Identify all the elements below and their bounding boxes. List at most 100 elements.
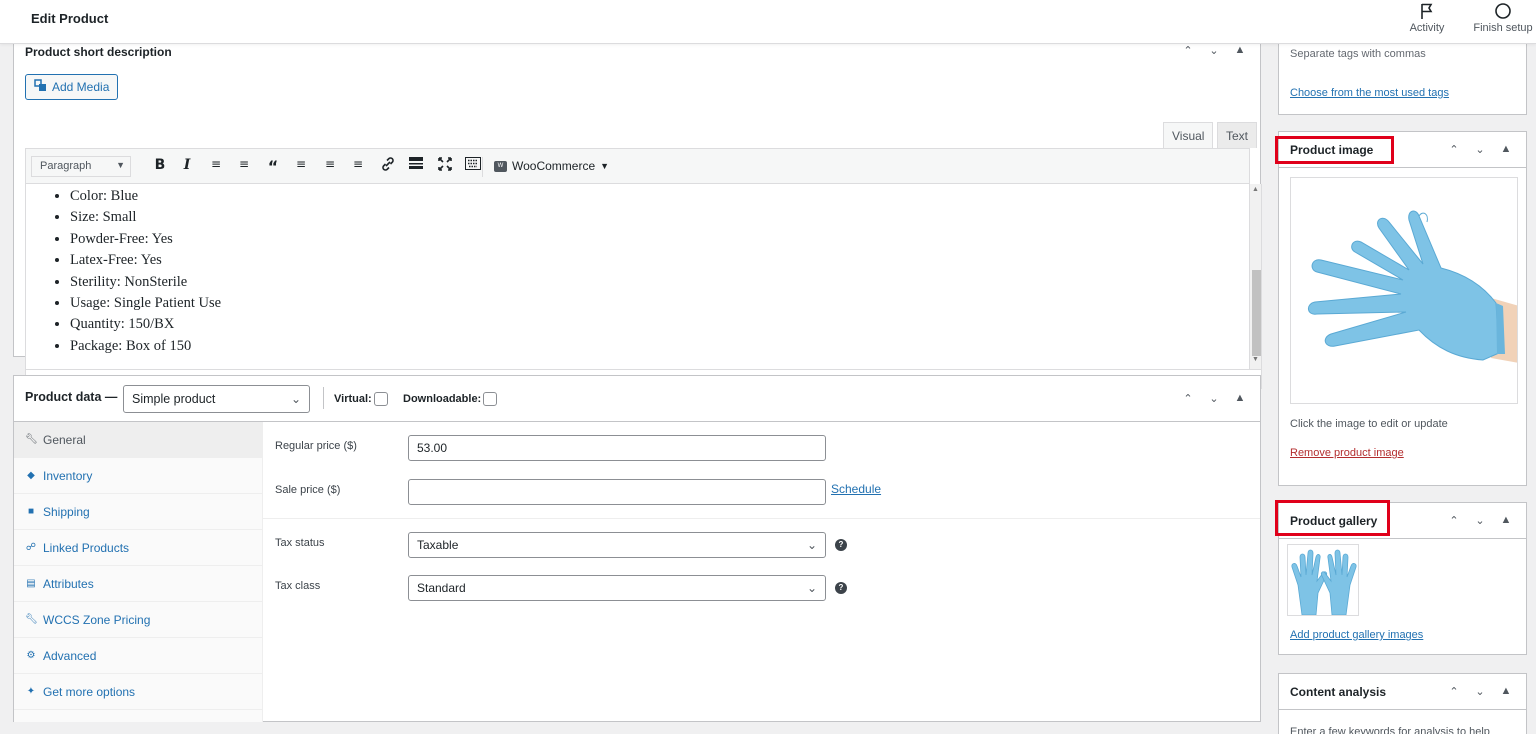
tax-class-label: Tax class [275, 580, 321, 592]
product-data-header: Product data — Simple product ⌄ Virtual:… [14, 376, 1260, 422]
move-down-icon[interactable]: ⌄ [1472, 143, 1488, 156]
short-description-title: Product short description [25, 45, 172, 59]
link-icon[interactable] [378, 157, 398, 175]
list-item: Size: Small [70, 207, 221, 228]
align-left-icon[interactable]: ≡ [291, 157, 311, 171]
tab-wccs-zone-pricing[interactable]: 🔧︎ WCCS Zone Pricing [14, 602, 263, 638]
woocommerce-menu-label: WooCommerce [512, 159, 596, 173]
editor-content[interactable]: Color: Blue Size: Small Powder-Free: Yes… [25, 184, 1250, 369]
tab-general[interactable]: 🔧︎ General [14, 422, 263, 458]
list-item: Color: Blue [70, 186, 221, 207]
tab-linked-products[interactable]: ☍ Linked Products [14, 530, 263, 566]
gloves-image [1291, 549, 1357, 615]
finish-setup-button[interactable]: Finish setup [1470, 2, 1536, 34]
toggle-panel-icon[interactable]: ▲ [1498, 514, 1514, 527]
content-analysis-hint: Enter a few keywords for analysis to hel… [1290, 726, 1490, 734]
short-description-box: Product short description ⌃ ⌄ ▲ Add Medi… [13, 44, 1262, 389]
italic-icon[interactable]: I [177, 157, 197, 173]
blockquote-icon[interactable]: “ [263, 157, 283, 176]
align-right-icon[interactable]: ≡ [348, 157, 368, 171]
move-up-icon[interactable]: ⌃ [1446, 514, 1462, 527]
move-up-icon[interactable]: ⌃ [1446, 143, 1462, 156]
move-up-icon[interactable]: ⌃ [1180, 392, 1196, 405]
tag-icon: ◆ [27, 470, 35, 481]
product-image[interactable] [1290, 177, 1518, 404]
tax-status-value: Taxable [417, 538, 459, 552]
numbered-list-icon[interactable]: ≡ [234, 157, 254, 171]
downloadable-label: Downloadable: [403, 393, 482, 405]
add-media-label: Add Media [52, 80, 110, 94]
format-select-value: Paragraph [40, 160, 92, 172]
editor-scrollbar[interactable]: ▲ ▼ [1250, 184, 1262, 369]
list-item: Quantity: 150/BX [70, 314, 221, 335]
scroll-down-icon[interactable]: ▼ [1252, 356, 1259, 363]
content-analysis-box: Content analysis ⌃ ⌄ ▲ Enter a few keywo… [1278, 673, 1527, 734]
activity-label: Activity [1409, 22, 1445, 34]
sale-price-input[interactable] [408, 479, 826, 505]
tab-visual[interactable]: Visual [1163, 122, 1214, 148]
box-controls: ⌃ ⌄ ▲ [1180, 392, 1248, 405]
content-analysis-header: Content analysis ⌃ ⌄ ▲ [1279, 674, 1526, 710]
add-gallery-images-link[interactable]: Add product gallery images [1290, 629, 1423, 641]
truck-icon: ■ [27, 506, 35, 517]
tab-general-label: General [43, 432, 86, 447]
bullet-list-icon[interactable]: ≡ [206, 157, 226, 171]
short-description-list: Color: Blue Size: Small Powder-Free: Yes… [70, 186, 221, 357]
add-media-button[interactable]: Add Media [25, 74, 119, 100]
keyboard-icon[interactable] [463, 157, 483, 174]
remove-product-image-link[interactable]: Remove product image [1290, 447, 1404, 459]
toggle-panel-icon[interactable]: ▲ [1232, 44, 1248, 57]
move-down-icon[interactable]: ⌄ [1206, 392, 1222, 405]
product-type-select[interactable]: Simple product ⌄ [123, 385, 310, 413]
move-down-icon[interactable]: ⌄ [1472, 685, 1488, 698]
activity-button[interactable]: Activity [1402, 2, 1452, 34]
tab-advanced-label: Advanced [43, 648, 97, 663]
bold-icon[interactable]: B [150, 157, 170, 173]
tab-get-more-options[interactable]: ✦ Get more options [14, 674, 263, 710]
toggle-panel-icon[interactable]: ▲ [1232, 392, 1248, 405]
virtual-option[interactable]: Virtual: [334, 392, 388, 406]
tax-status-select[interactable]: Taxable ⌄ [408, 532, 826, 558]
gallery-thumbnail[interactable] [1287, 544, 1359, 616]
tax-class-select[interactable]: Standard ⌄ [408, 575, 826, 601]
toggle-panel-icon[interactable]: ▲ [1498, 143, 1514, 156]
move-up-icon[interactable]: ⌃ [1446, 685, 1462, 698]
move-down-icon[interactable]: ⌄ [1206, 44, 1222, 57]
help-icon[interactable]: ? [835, 582, 847, 594]
list-item: Powder-Free: Yes [70, 229, 221, 250]
scrollbar-thumb[interactable] [1252, 270, 1261, 356]
tab-attributes[interactable]: ▤ Attributes [14, 566, 263, 602]
tab-inventory[interactable]: ◆ Inventory [14, 458, 263, 494]
product-data-title: Product data — [25, 390, 118, 404]
tab-shipping[interactable]: ■ Shipping [14, 494, 263, 530]
read-more-icon[interactable] [406, 157, 426, 173]
toggle-panel-icon[interactable]: ▲ [1498, 685, 1514, 698]
content-analysis-title: Content analysis [1290, 685, 1387, 699]
downloadable-option[interactable]: Downloadable: [403, 392, 498, 406]
product-type-value: Simple product [132, 392, 216, 406]
virtual-checkbox[interactable] [373, 392, 388, 406]
media-icon [34, 79, 48, 95]
most-used-tags-link[interactable]: Choose from the most used tags [1290, 87, 1449, 99]
help-icon[interactable]: ? [835, 539, 847, 551]
woocommerce-menu[interactable]: W WooCommerce ▼ [494, 159, 609, 173]
move-down-icon[interactable]: ⌄ [1472, 514, 1488, 527]
product-tags-box: Separate tags with commas Choose from th… [1278, 44, 1527, 115]
regular-price-input[interactable]: 53.00 [408, 435, 826, 461]
caret-down-icon: ▼ [116, 160, 125, 170]
fullscreen-icon[interactable] [435, 157, 455, 175]
list-item: Package: Box of 150 [70, 336, 221, 357]
woocommerce-icon: W [494, 160, 507, 172]
plugin-icon: ✦ [26, 686, 36, 697]
move-up-icon[interactable]: ⌃ [1180, 44, 1196, 57]
scroll-up-icon[interactable]: ▲ [1252, 186, 1259, 193]
list-item: Sterility: NonSterile [70, 272, 221, 293]
tab-advanced[interactable]: ⚙ Advanced [14, 638, 263, 674]
format-select[interactable]: Paragraph ▼ [31, 156, 131, 177]
downloadable-checkbox[interactable] [483, 392, 498, 406]
align-center-icon[interactable]: ≡ [320, 157, 340, 171]
schedule-link[interactable]: Schedule [831, 482, 881, 496]
list-item: Usage: Single Patient Use [70, 293, 221, 314]
tab-text[interactable]: Text [1217, 122, 1258, 148]
circle-icon [1470, 2, 1536, 22]
